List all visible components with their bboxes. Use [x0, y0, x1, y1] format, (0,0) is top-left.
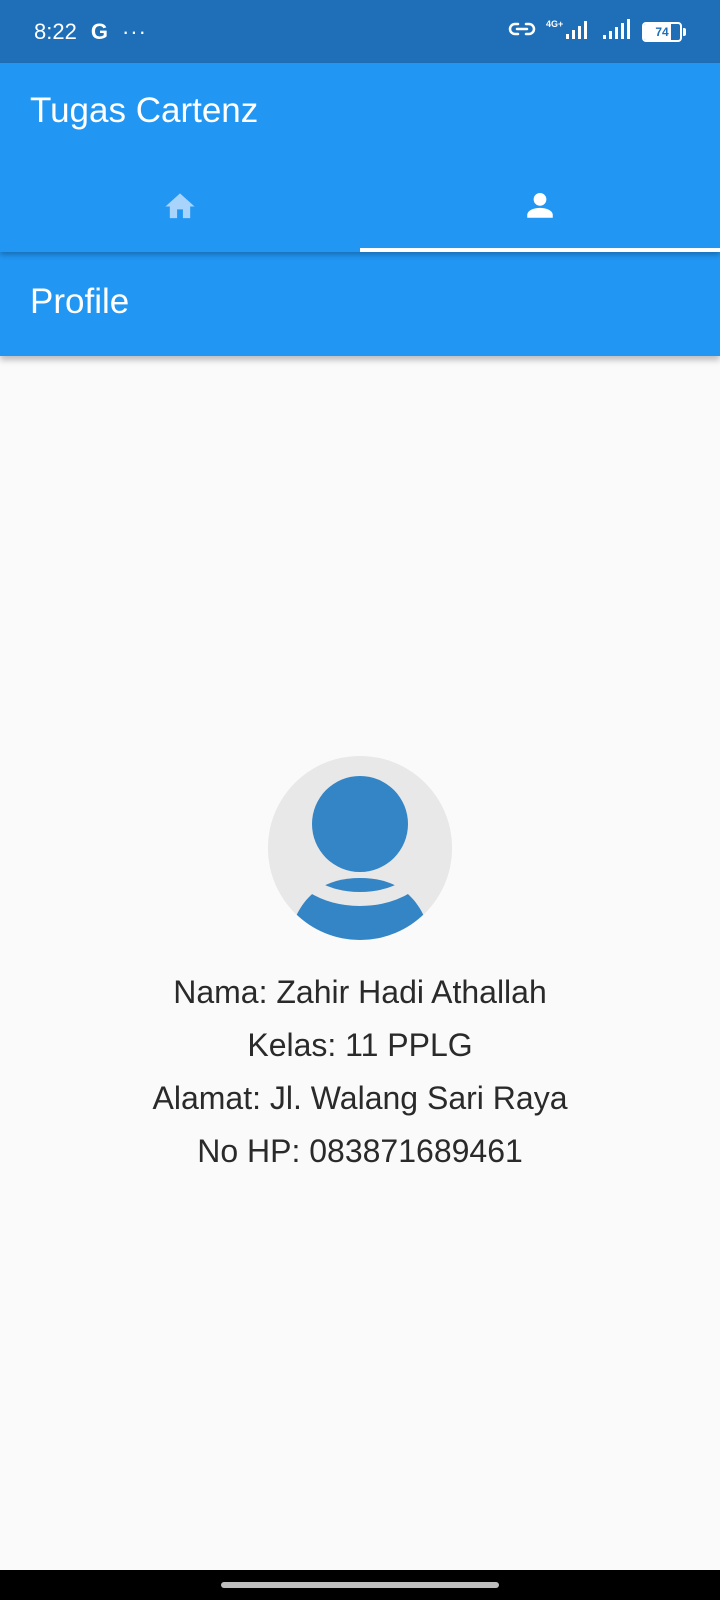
- page-title: Profile: [30, 282, 130, 321]
- svg-text:4G+: 4G+: [546, 19, 563, 29]
- signal-icon: [602, 18, 632, 45]
- tab-indicator: [360, 248, 720, 252]
- status-left: 8:22 G ···: [34, 19, 147, 45]
- more-notifications-icon: ···: [121, 18, 147, 44]
- signal-4g-icon: 4G+: [546, 18, 592, 45]
- tab-profile[interactable]: [360, 163, 720, 252]
- status-bar: 8:22 G ··· 4G+ 74: [0, 0, 720, 63]
- profile-phone: No HP: 083871689461: [197, 1133, 523, 1169]
- tab-home[interactable]: [0, 163, 360, 252]
- profile-name: Nama: Zahir Hadi Athallah: [173, 974, 547, 1010]
- avatar: [268, 756, 452, 940]
- page-header: Profile: [0, 252, 720, 356]
- battery-icon: 74: [642, 21, 686, 42]
- home-gesture-handle[interactable]: [221, 1582, 499, 1588]
- person-icon: [523, 188, 557, 227]
- app-bar: Tugas Cartenz: [0, 63, 720, 252]
- status-right: 4G+ 74: [508, 18, 686, 45]
- system-nav-bar: [0, 1570, 720, 1600]
- avatar-person-icon: [268, 756, 452, 940]
- tab-bar: [0, 163, 720, 252]
- google-icon: G: [90, 18, 108, 44]
- link-icon: [508, 19, 536, 44]
- status-time: 8:22: [34, 18, 77, 44]
- battery-level: 74: [655, 24, 669, 39]
- profile-class: Kelas: 11 PPLG: [247, 1027, 473, 1063]
- profile-card: Nama: Zahir Hadi Athallah Kelas: 11 PPLG…: [0, 756, 720, 1178]
- home-icon: [162, 189, 198, 226]
- profile-address: Alamat: Jl. Walang Sari Raya: [152, 1080, 568, 1116]
- app-title: Tugas Cartenz: [30, 91, 259, 130]
